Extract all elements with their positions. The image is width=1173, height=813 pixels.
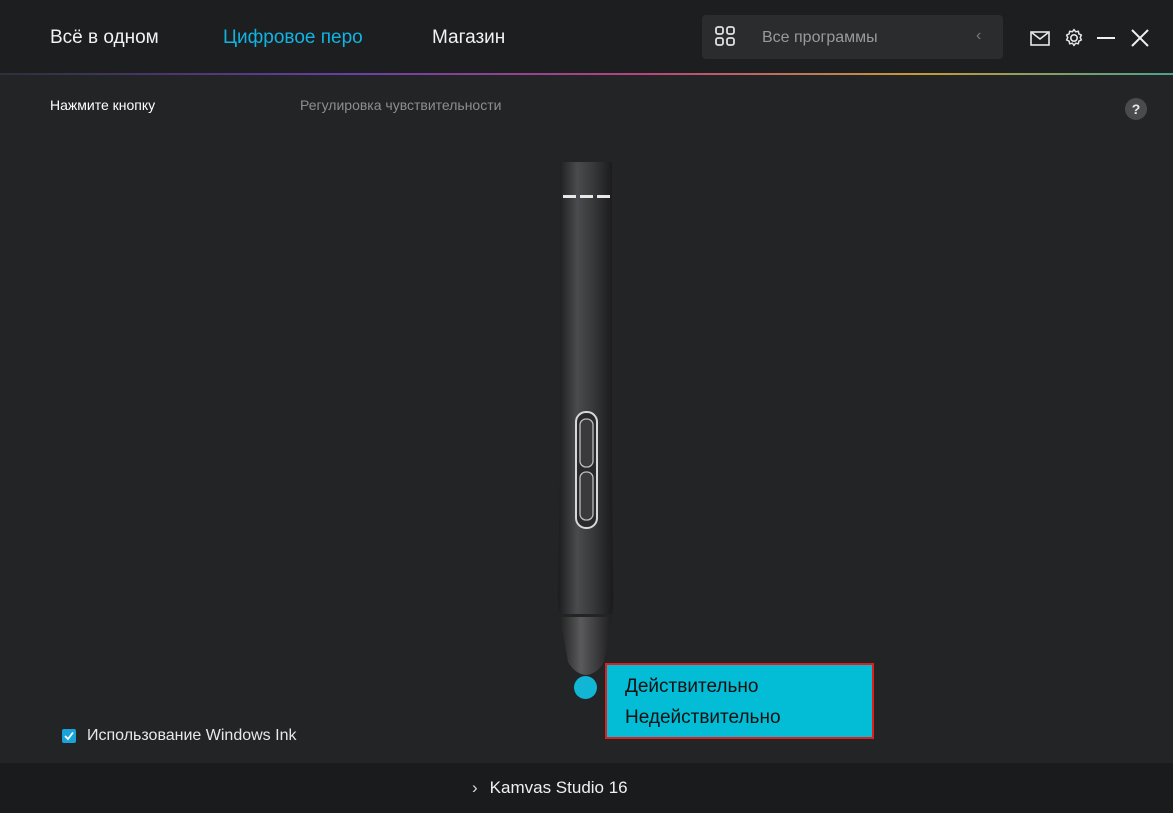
subtab-sensitivity[interactable]: Регулировка чувствительности <box>300 97 501 113</box>
chevron-right-icon: › <box>472 778 478 797</box>
option-enabled[interactable]: Действительно <box>625 676 758 698</box>
apps-grid-icon <box>715 26 735 46</box>
gear-icon[interactable] <box>1063 27 1085 49</box>
tab-digital-pen[interactable]: Цифровое перо <box>223 27 363 49</box>
chevron-left-icon[interactable]: ‹ <box>976 27 981 45</box>
windows-ink-checkbox[interactable] <box>62 729 76 743</box>
pen-illustration <box>557 162 614 675</box>
subtab-press-button[interactable]: Нажмите кнопку <box>50 97 155 113</box>
minimize-icon[interactable] <box>1095 27 1117 49</box>
pen-tip-options-popup: Действительно Недействительно <box>605 663 874 739</box>
accent-gradient-line <box>0 73 1173 75</box>
pen-tip-hotspot[interactable] <box>574 676 597 699</box>
tab-all-in-one[interactable]: Всё в одном <box>50 27 159 49</box>
option-disabled[interactable]: Недействительно <box>625 707 781 729</box>
device-selector[interactable]: › Kamvas Studio 16 <box>472 778 628 798</box>
help-button[interactable]: ? <box>1125 98 1147 120</box>
close-icon[interactable] <box>1129 27 1151 49</box>
app-selector[interactable]: Все программы ‹ <box>702 15 1003 59</box>
app-selector-placeholder: Все программы <box>762 29 878 46</box>
device-name: Kamvas Studio 16 <box>489 778 628 797</box>
tab-store[interactable]: Магазин <box>432 27 505 49</box>
windows-ink-label: Использование Windows Ink <box>87 727 297 744</box>
mail-icon[interactable] <box>1029 27 1051 49</box>
